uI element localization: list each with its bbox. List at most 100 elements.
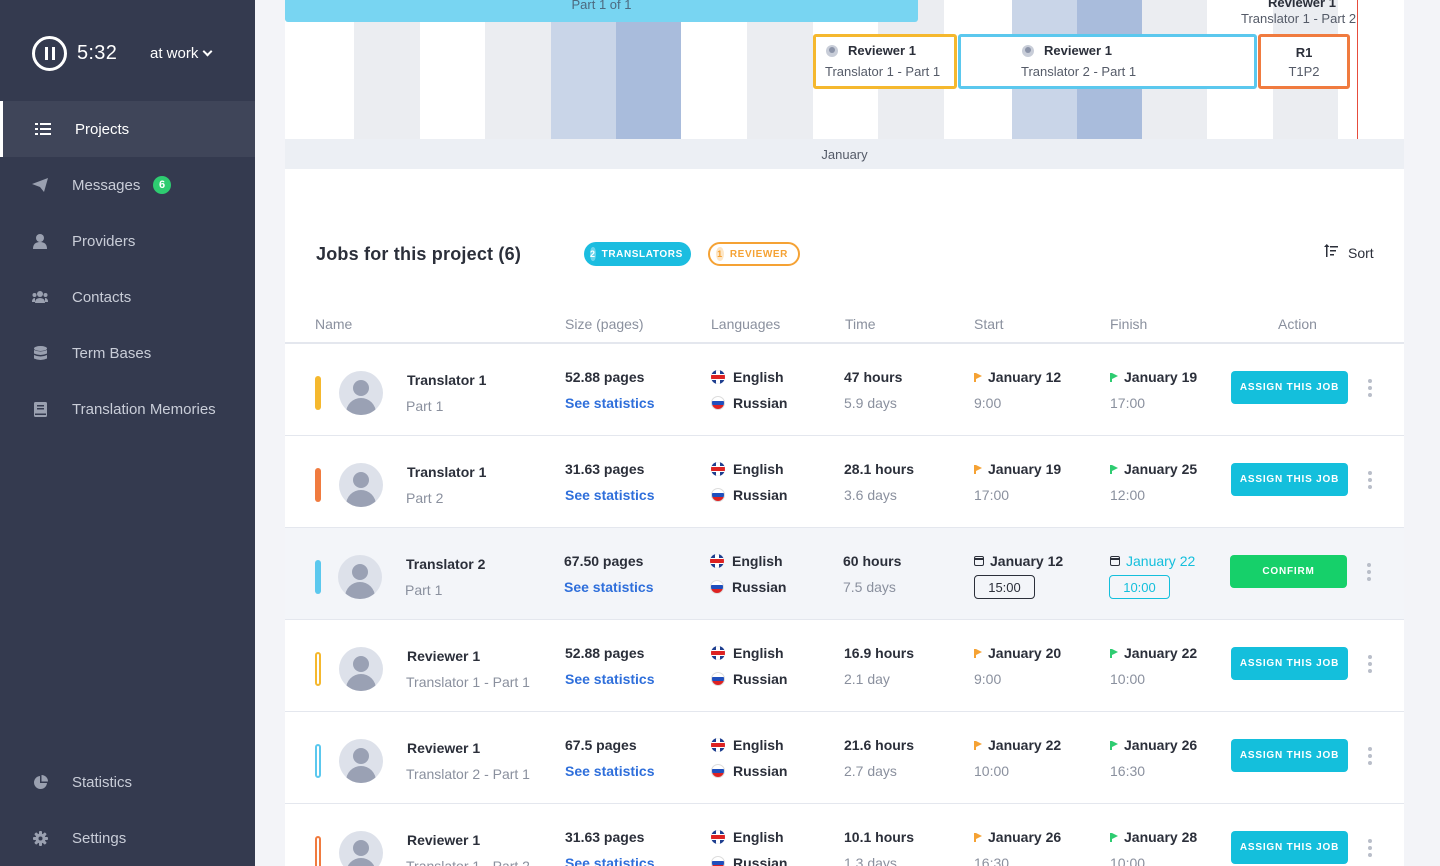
more-options-icon[interactable] (1365, 379, 1375, 397)
messages-count-badge: 6 (153, 176, 171, 194)
see-statistics-link[interactable]: See statistics (565, 763, 655, 779)
gantt-block-title: R1 (1295, 45, 1313, 60)
table-row[interactable]: Reviewer 1 Translator 2 - Part 1 67.5 pa… (285, 712, 1404, 804)
russia-flag-icon (711, 488, 725, 502)
uk-flag-icon (711, 462, 725, 476)
start-date-label: January 12 (988, 369, 1062, 385)
start-date: January 20 (974, 645, 1061, 661)
sidebar-item-statistics[interactable]: Statistics (0, 754, 255, 810)
confirm-button[interactable]: CONFIRM (1230, 555, 1347, 588)
job-name: Translator 2 (406, 556, 486, 572)
russia-flag-icon (710, 580, 724, 594)
sidebar-item-translation-memories[interactable]: Translation Memories (0, 381, 255, 437)
column-header-size[interactable]: Size (pages) (565, 316, 644, 332)
gantt-bar-top[interactable]: Part 1 of 1 (285, 0, 918, 22)
job-size: 31.63 pages (565, 461, 645, 477)
finish-date: January 28 (1110, 829, 1197, 845)
start-time: 9:00 (974, 671, 1002, 687)
see-statistics-link[interactable]: See statistics (565, 487, 655, 503)
reviewer-filter-pill[interactable]: 1 REVIEWER (708, 242, 800, 266)
job-part: Translator 1 - Part 2 (406, 858, 530, 866)
gantt-block-reviewer-t1p2[interactable]: R1 T1P2 (1258, 34, 1350, 89)
see-statistics-link[interactable]: See statistics (564, 579, 654, 595)
job-name: Translator 1 (407, 372, 487, 388)
finish-time: 16:30 (1110, 763, 1146, 779)
job-days: 2.1 day (844, 671, 890, 687)
assign-job-button[interactable]: ASSIGN THIS JOB (1231, 831, 1348, 864)
column-header-time[interactable]: Time (845, 316, 876, 332)
finish-date-label: January 28 (1124, 829, 1198, 845)
source-language-label: English (733, 461, 784, 477)
assign-job-button[interactable]: ASSIGN THIS JOB (1231, 647, 1348, 680)
provider-person-icon (32, 233, 48, 249)
job-name: Translator 1 (407, 464, 487, 480)
target-language: Russian (711, 855, 787, 866)
sidebar-item-contacts[interactable]: Contacts (0, 269, 255, 325)
avatar (339, 647, 383, 691)
sidebar-item-providers[interactable]: Providers (0, 213, 255, 269)
more-options-icon[interactable] (1365, 471, 1375, 489)
book-icon (32, 401, 48, 417)
table-row[interactable]: Reviewer 1 Translator 1 - Part 1 52.88 p… (285, 620, 1404, 712)
avatar (339, 463, 383, 507)
column-header-finish[interactable]: Finish (1110, 316, 1147, 332)
job-color-marker (315, 468, 321, 502)
target-language: Russian (711, 487, 787, 503)
job-part: Translator 2 - Part 1 (406, 766, 530, 782)
assign-job-button[interactable]: ASSIGN THIS JOB (1231, 463, 1348, 496)
sidebar-item-settings[interactable]: Settings (0, 810, 255, 866)
see-statistics-link[interactable]: See statistics (565, 855, 655, 866)
gantt-block-reviewer-t2p1[interactable]: Reviewer 1 Translator 2 - Part 1 (958, 34, 1257, 89)
source-language-label: English (733, 737, 784, 753)
finish-time-input[interactable]: 10:00 (1109, 575, 1170, 599)
sort-button[interactable]: Sort (1324, 244, 1374, 261)
more-options-icon[interactable] (1365, 747, 1375, 765)
sidebar-item-messages[interactable]: Messages 6 (0, 157, 255, 213)
sidebar-item-projects[interactable]: Projects (0, 101, 255, 157)
start-time-input[interactable]: 15:00 (974, 575, 1035, 599)
more-options-icon[interactable] (1365, 655, 1375, 673)
assign-job-button[interactable]: ASSIGN THIS JOB (1231, 739, 1348, 772)
source-language: English (711, 461, 784, 477)
sidebar-item-label: Messages (72, 176, 141, 194)
job-hours: 28.1 hours (844, 461, 915, 477)
job-days: 3.6 days (844, 487, 897, 503)
status-dropdown[interactable]: at work (150, 45, 213, 62)
sidebar-item-label: Statistics (72, 773, 133, 791)
more-options-icon[interactable] (1364, 563, 1374, 581)
table-row[interactable]: Translator 1 Part 2 31.63 pages See stat… (285, 436, 1404, 528)
pie-chart-icon (32, 774, 48, 790)
table-row[interactable]: Reviewer 1 Translator 1 - Part 2 31.63 p… (285, 804, 1404, 866)
projects-list-icon (35, 121, 51, 137)
more-options-icon[interactable] (1365, 839, 1375, 857)
job-size: 52.88 pages (565, 645, 645, 661)
finish-flag-icon (1110, 372, 1118, 382)
column-header-languages[interactable]: Languages (711, 316, 780, 332)
see-statistics-link[interactable]: See statistics (565, 671, 655, 687)
target-language: Russian (710, 579, 786, 595)
assign-job-button[interactable]: ASSIGN THIS JOB (1231, 371, 1348, 404)
finish-date-label[interactable]: January 22 (1126, 553, 1195, 569)
column-header-name[interactable]: Name (315, 316, 352, 332)
job-part: Part 1 (405, 582, 443, 598)
gantt-block-reviewer-t1p1[interactable]: Reviewer 1 Translator 1 - Part 1 (813, 34, 957, 89)
sidebar-item-term-bases[interactable]: Term Bases (0, 325, 255, 381)
table-row[interactable]: Translator 1 Part 1 52.88 pages See stat… (285, 344, 1404, 436)
translators-filter-pill[interactable]: 2 TRANSLATORS (584, 242, 691, 266)
source-language: English (711, 829, 784, 845)
finish-date-label: January 19 (1124, 369, 1198, 385)
pause-icon[interactable] (32, 35, 67, 71)
today-marker-line (1357, 0, 1358, 139)
target-language-label: Russian (732, 579, 787, 595)
table-row[interactable]: Translator 2 Part 1 67.50 pages See stat… (285, 528, 1404, 620)
sidebar-item-label: Settings (72, 829, 127, 847)
uk-flag-icon (711, 370, 725, 384)
gantt-block-title: Reviewer 1 (1044, 43, 1112, 58)
column-header-start[interactable]: Start (974, 316, 1004, 332)
job-hours: 47 hours (844, 369, 903, 385)
see-statistics-link[interactable]: See statistics (565, 395, 655, 411)
sidebar-item-label: Translation Memories (72, 400, 216, 418)
source-language-label: English (733, 645, 784, 661)
finish-flag-icon (1110, 740, 1118, 750)
finish-date-label: January 26 (1124, 737, 1198, 753)
